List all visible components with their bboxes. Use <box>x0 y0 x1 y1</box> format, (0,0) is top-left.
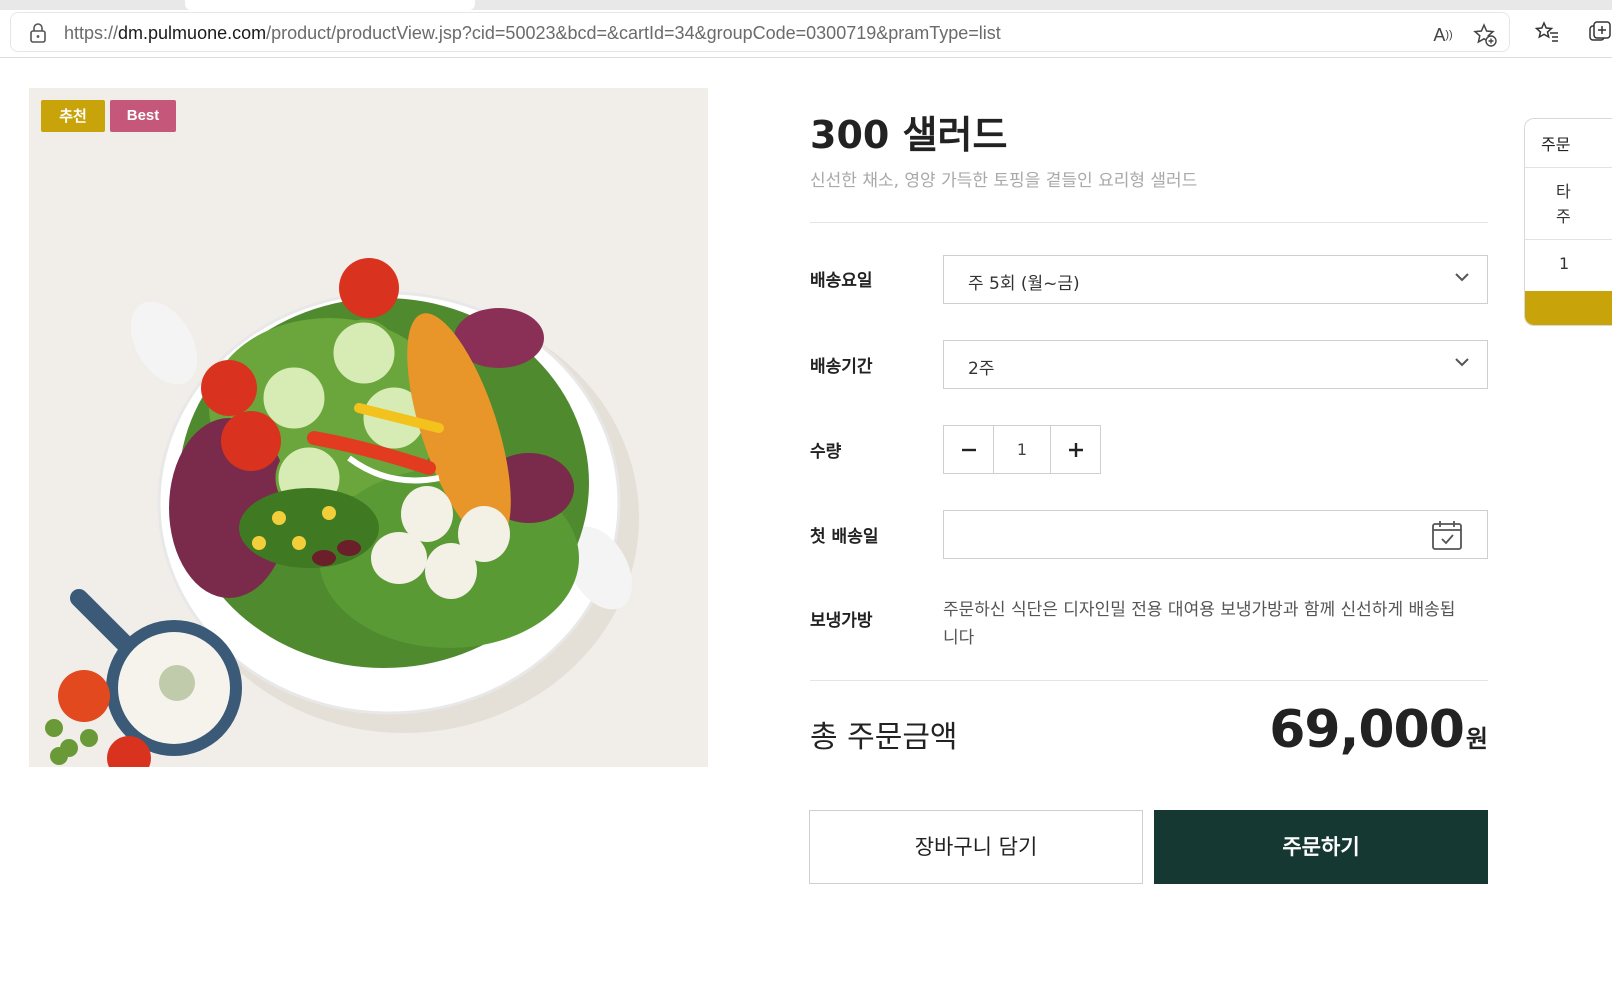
quantity-input[interactable]: 1 <box>993 426 1051 473</box>
read-aloud-glyph: A <box>1433 25 1446 45</box>
side-panel-line2: 주 <box>1556 207 1571 226</box>
total-amount: 69,000원 <box>1269 700 1488 760</box>
side-panel-title[interactable]: 주문 <box>1541 131 1570 155</box>
cooler-bag-description: 주문하신 식단은 디자인밀 전용 대여용 보냉가방과 함께 신선하게 배송됩니다 <box>943 600 1456 648</box>
side-panel-line1: 타 <box>1556 182 1571 201</box>
url-host: dm.pulmuone.com <box>118 23 267 43</box>
badge-best: Best <box>110 100 176 132</box>
divider-top <box>810 222 1488 223</box>
browser-active-tab[interactable] <box>185 0 475 10</box>
url-path: /product/productView.jsp?cid=50023&bcd=&… <box>266 23 1001 43</box>
url-text[interactable]: https://dm.pulmuone.com/product/productV… <box>64 23 1001 44</box>
chevron-down-icon <box>1455 273 1469 282</box>
delivery-days-label: 배송요일 <box>810 271 873 291</box>
delivery-period-label: 배송기간 <box>810 357 873 377</box>
minus-icon <box>961 448 976 451</box>
product-title: 300 샐러드 <box>810 113 1008 157</box>
salad-illustration <box>29 88 708 767</box>
chrome-divider <box>0 57 1612 58</box>
calendar-icon[interactable] <box>1431 519 1463 551</box>
quantity-plus-button[interactable] <box>1051 426 1100 473</box>
total-amount-value: 69,000 <box>1269 700 1465 760</box>
lock-icon[interactable] <box>29 23 47 43</box>
quantity-stepper: 1 <box>943 425 1101 474</box>
side-panel-order-button[interactable] <box>1525 291 1612 325</box>
divider-bottom <box>810 680 1488 681</box>
product-image: 추천 Best <box>29 88 708 767</box>
first-delivery-label: 첫 배송일 <box>810 527 879 547</box>
total-amount-label: 총 주문금액 <box>810 720 958 755</box>
delivery-period-value: 2주 <box>968 359 995 379</box>
address-bar[interactable]: https://dm.pulmuone.com/product/productV… <box>10 12 1510 52</box>
read-aloud-waves: )) <box>1445 29 1453 41</box>
delivery-period-select[interactable]: 2주 <box>943 340 1488 389</box>
quantity-minus-button[interactable] <box>944 426 993 473</box>
side-panel-quantity: 1 <box>1559 254 1570 273</box>
quantity-label: 수량 <box>810 442 842 462</box>
browser-tab-strip <box>0 0 1612 10</box>
floating-order-panel: 주문 타주 1 <box>1524 118 1612 326</box>
add-favorite-icon[interactable] <box>1473 23 1497 47</box>
collections-icon[interactable] <box>1588 20 1612 44</box>
product-subtitle: 신선한 채소, 영양 가득한 토핑을 곁들인 요리형 샐러드 <box>810 171 1198 191</box>
plus-icon <box>1068 442 1083 457</box>
url-scheme: https:// <box>64 23 119 43</box>
badge-recommended: 추천 <box>41 100 105 132</box>
side-panel-divider <box>1525 239 1612 240</box>
delivery-days-value: 주 5회 (월~금) <box>968 274 1080 294</box>
side-panel-divider <box>1525 167 1612 168</box>
first-delivery-date-field[interactable] <box>943 510 1488 559</box>
total-amount-unit: 원 <box>1465 725 1488 753</box>
add-to-cart-button[interactable]: 장바구니 담기 <box>809 810 1143 884</box>
cooler-bag-label: 보냉가방 <box>810 611 873 631</box>
chevron-down-icon <box>1455 358 1469 367</box>
read-aloud-icon[interactable]: A)) <box>1431 23 1455 47</box>
side-panel-text: 타주 <box>1556 179 1571 229</box>
delivery-days-select[interactable]: 주 5회 (월~금) <box>943 255 1488 304</box>
favorites-icon[interactable] <box>1535 20 1559 44</box>
order-button[interactable]: 주문하기 <box>1154 810 1488 884</box>
